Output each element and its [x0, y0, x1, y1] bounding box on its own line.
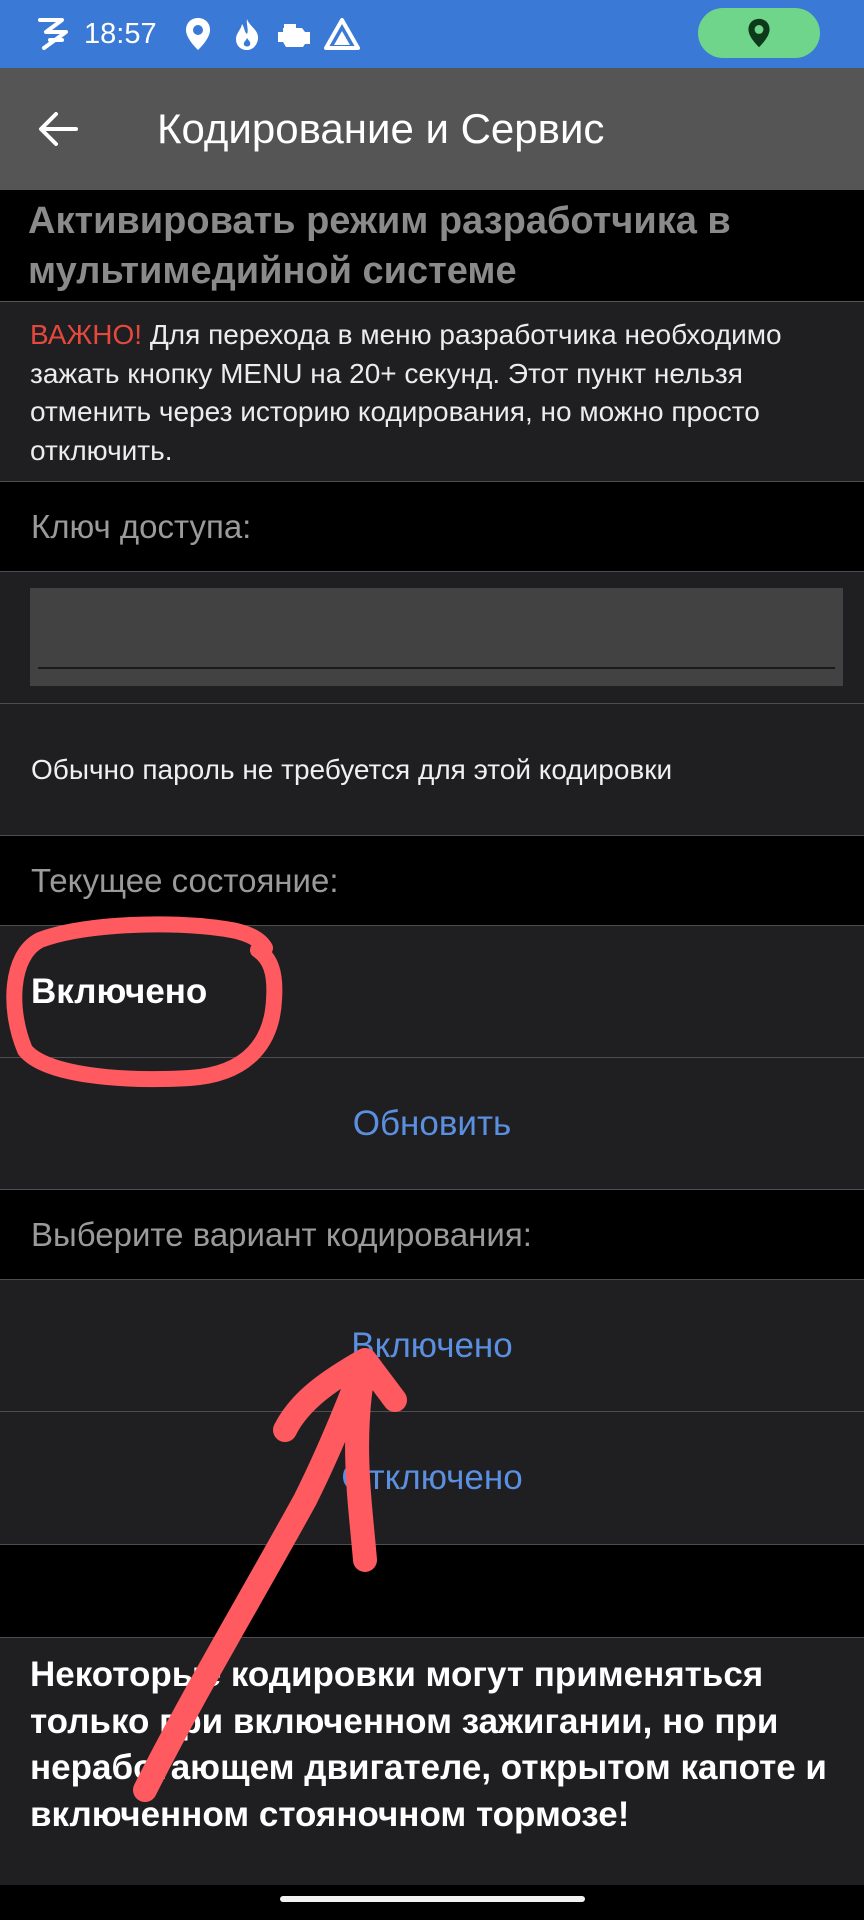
important-text: Для перехода в меню разработчика необход…: [30, 319, 782, 466]
access-key-row: [0, 572, 864, 704]
option-disabled-button[interactable]: Отключено: [0, 1412, 864, 1545]
coding-options-label: Выберите вариант кодирования:: [0, 1190, 864, 1280]
input-underline: [38, 667, 835, 669]
navigation-bar: [0, 1885, 864, 1920]
android-auto-icon: [324, 0, 360, 68]
important-prefix: ВАЖНО!: [30, 319, 143, 350]
refresh-button[interactable]: Обновить: [0, 1058, 864, 1190]
status-bar: 18:57: [0, 0, 864, 68]
navigation-app-icon: [36, 0, 70, 68]
app-bar: Кодирование и Сервис: [0, 68, 864, 190]
access-key-input[interactable]: [30, 588, 843, 686]
section-title: Активировать режим разработчика в мульти…: [0, 190, 864, 302]
flame-icon: [232, 0, 262, 68]
footer-warning: Некоторые кодировки могут применяться то…: [0, 1638, 864, 1885]
status-time: 18:57: [84, 17, 157, 50]
location-pin-icon: [748, 18, 770, 48]
car-engine-icon: [276, 0, 312, 68]
current-state-label: Текущее состояние:: [0, 836, 864, 926]
location-indicator[interactable]: [698, 8, 820, 58]
access-key-label: Ключ доступа:: [0, 482, 864, 572]
back-button[interactable]: [28, 99, 88, 159]
arrow-left-icon: [39, 112, 78, 146]
spacer: [0, 1545, 864, 1638]
access-key-hint: Обычно пароль не требуется для этой коди…: [0, 704, 864, 836]
important-notice: ВАЖНО! Для перехода в меню разработчика …: [0, 302, 864, 482]
current-state-value: Включено: [0, 926, 864, 1058]
page-title: Кодирование и Сервис: [157, 105, 605, 152]
option-enabled-button[interactable]: Включено: [0, 1280, 864, 1412]
location-pin-icon: [185, 0, 211, 68]
home-handle[interactable]: [280, 1896, 585, 1902]
